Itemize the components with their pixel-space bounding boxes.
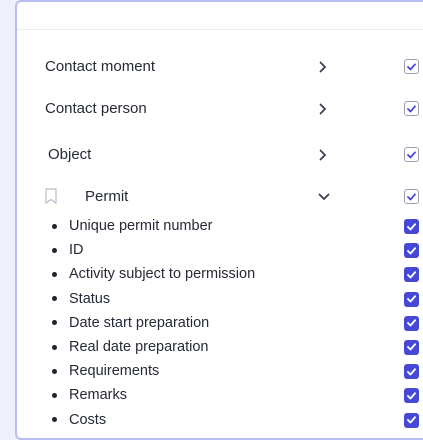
check-icon [407, 416, 416, 424]
field-checkbox[interactable] [404, 219, 419, 234]
list-item[interactable]: Costs [45, 408, 419, 432]
check-icon [407, 343, 416, 351]
field-checkbox[interactable] [404, 315, 419, 331]
bullet [52, 223, 57, 229]
row-checkbox[interactable] [404, 59, 419, 74]
check-icon [407, 104, 416, 112]
row-permit[interactable]: Permit [45, 185, 419, 209]
field-label: Date start preparation [69, 314, 210, 331]
row-object[interactable]: Object [48, 143, 420, 167]
field-label: ID [69, 242, 84, 259]
field-selection-panel: Contact moment Contact person Object Per… [15, 0, 423, 440]
check-icon [407, 247, 416, 255]
field-label: Status [69, 290, 111, 307]
bullet [52, 320, 57, 326]
list-item[interactable]: Activity subject to permission [45, 262, 419, 286]
check-icon [407, 271, 416, 279]
chevron-right-icon[interactable] [316, 97, 330, 121]
list-item[interactable]: Unique permit number [45, 214, 419, 238]
field-label: Remarks [69, 387, 128, 404]
check-icon [407, 295, 416, 303]
panel-divider [17, 29, 423, 30]
check-icon [407, 392, 416, 400]
list-item[interactable]: Requirements [45, 359, 419, 383]
row-checkbox[interactable] [404, 147, 419, 162]
row-label: Contact moment [45, 58, 156, 75]
chevron-right-icon[interactable] [316, 55, 330, 79]
list-item[interactable]: ID [45, 238, 419, 262]
bullet [52, 344, 57, 350]
field-checkbox[interactable] [404, 388, 419, 404]
bullet [52, 368, 57, 374]
row-label: Contact person [45, 100, 147, 117]
check-icon [407, 222, 416, 230]
row-label: Permit [85, 188, 129, 205]
bookmark-icon[interactable] [45, 188, 57, 204]
check-icon [407, 192, 416, 200]
field-checkbox[interactable] [404, 339, 419, 355]
chevron-down-icon[interactable] [317, 185, 331, 209]
list-item[interactable]: Remarks [45, 383, 419, 407]
bullet [52, 392, 57, 398]
field-checkbox[interactable] [404, 364, 419, 380]
bullet [52, 417, 57, 423]
check-icon [407, 150, 416, 158]
field-checkbox[interactable] [404, 291, 419, 307]
permit-field-list: Unique permit number ID Activity subject… [45, 214, 419, 432]
field-checkbox[interactable] [404, 243, 419, 259]
list-item[interactable]: Real date preparation [45, 335, 419, 359]
bullet [52, 247, 57, 253]
field-label: Costs [69, 411, 107, 428]
row-contact-person[interactable]: Contact person [45, 97, 419, 121]
field-label: Unique permit number [69, 218, 213, 235]
row-label: Object [48, 146, 92, 163]
field-label: Activity subject to permission [69, 266, 256, 283]
check-icon [407, 367, 416, 376]
field-checkbox[interactable] [404, 267, 419, 283]
field-label: Requirements [69, 363, 160, 380]
row-checkbox[interactable] [404, 189, 419, 204]
check-icon [407, 319, 416, 327]
chevron-right-icon[interactable] [316, 143, 330, 167]
bullet [52, 296, 57, 302]
list-item[interactable]: Status [45, 287, 419, 311]
list-item[interactable]: Date start preparation [45, 311, 419, 335]
row-contact-moment[interactable]: Contact moment [45, 55, 419, 79]
field-label: Real date preparation [69, 339, 209, 356]
check-icon [407, 62, 416, 70]
field-checkbox[interactable] [404, 412, 419, 428]
bullet [52, 271, 57, 277]
row-checkbox[interactable] [404, 101, 419, 116]
